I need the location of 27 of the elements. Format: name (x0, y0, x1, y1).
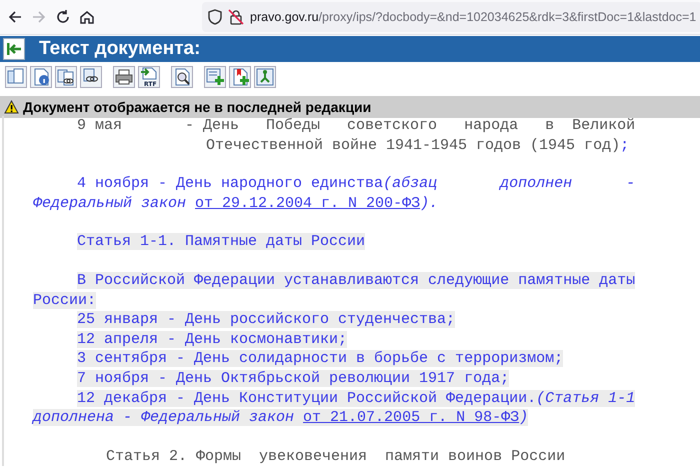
shield-icon[interactable] (208, 9, 222, 25)
info-icon[interactable] (30, 66, 52, 88)
law-link[interactable]: от 21.07.2005 г. N 98-ФЗ (303, 409, 520, 426)
back-to-list-button[interactable] (3, 38, 25, 60)
linked-documents-icon[interactable] (55, 66, 77, 88)
add-icon[interactable] (204, 66, 226, 88)
text-line: 4 ноября - День народного единства(абзац дополнен - (77, 175, 636, 192)
address-bar[interactable]: pravo.gov.ru/proxy/ips/?docbody=&nd=102034625&rdk=3&firstDoc=1&lastdoc=1 (202, 2, 700, 32)
text-line: Статья 2. Формы увековечения памяти воинов России (106, 448, 566, 465)
text-line: Отечественной войне 1941-1945 годов (1945 год); (206, 136, 630, 154)
house-icon (78, 8, 96, 26)
print-icon[interactable] (113, 66, 135, 88)
warning-message: Документ отображается не в последней редакции (23, 99, 372, 115)
link-icon[interactable] (80, 66, 102, 88)
text-line: Федеральный закон от 29.12.2004 г. N 200-ФЗ). (33, 194, 438, 212)
tree-icon[interactable] (254, 66, 276, 88)
url-text: pravo.gov.ru/proxy/ips/?docbody=&nd=102034625&rdk=3&firstDoc=1&lastdoc=1 (250, 10, 696, 24)
reload-icon (54, 8, 72, 26)
documents-icon[interactable] (5, 66, 27, 88)
law-link[interactable]: от 29.12.2004 г. N 200-ФЗ (195, 194, 420, 212)
bookmark-add-icon[interactable] (229, 66, 251, 88)
search-icon[interactable] (171, 66, 193, 88)
insecure-lock-icon[interactable] (228, 9, 244, 25)
page-title: Текст документа: (39, 38, 200, 60)
warning-icon (4, 100, 19, 114)
arrow-to-bar-icon (5, 41, 23, 57)
text-line: 9 мая - День Победы советского народа в Великой (77, 117, 636, 134)
